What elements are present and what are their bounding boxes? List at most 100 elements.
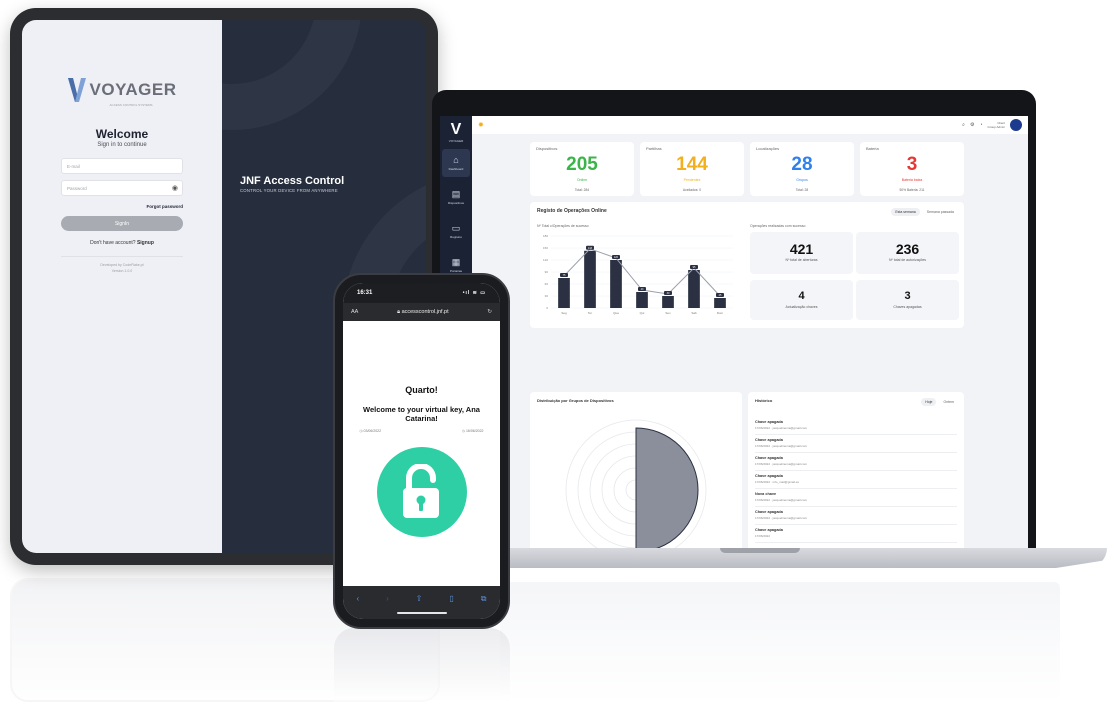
y-tick-label: 90 xyxy=(545,270,549,274)
sidebar-item-dispositivos[interactable]: ▤ Dispositivos xyxy=(442,183,470,211)
unlock-button[interactable] xyxy=(376,447,467,537)
welcome-message: Welcome to your virtual key, Ana Catarin… xyxy=(363,405,480,423)
url-value: accesscontrol.jnf.pt xyxy=(401,308,449,315)
mini-card-aberturas: 421 Nº total de aberturas xyxy=(750,232,853,274)
mini-label: Nº total de aberturas xyxy=(785,258,818,262)
email-placeholder: E-mail xyxy=(67,164,80,169)
bar-sab[interactable] xyxy=(688,270,700,308)
list-item[interactable]: Chave apagada 17/06/2022 · jacquelinema@g… xyxy=(755,453,957,471)
tab-ontem[interactable]: Ontem xyxy=(939,398,958,406)
x-tick-label: Qua xyxy=(613,311,619,315)
back-icon[interactable]: ‹ xyxy=(356,594,359,603)
notification-icon[interactable]: ◔ xyxy=(979,122,982,128)
distribution-title: Distribuição por Grupos de Dispositivos xyxy=(537,398,614,403)
browser-address-bar[interactable]: AA 🔒︎ accesscontrol.jnf.pt ↻ xyxy=(343,303,500,321)
laptop-notch xyxy=(720,548,800,553)
mini-card-apagadas: 3 Chaves apagadas xyxy=(856,280,959,320)
stat-card-localizacoes[interactable]: Localizações 28 Grupos Total: 28 xyxy=(750,142,854,196)
reload-icon[interactable]: ↻ xyxy=(487,309,492,315)
clock-icon: ◷ xyxy=(359,429,363,433)
list-item[interactable]: Chave apagada 17/06/2022 xyxy=(755,525,957,543)
email-field[interactable]: E-mail xyxy=(61,158,183,174)
forward-icon[interactable]: › xyxy=(386,594,389,603)
reader-aa-button[interactable]: AA xyxy=(351,309,358,315)
bar-qui[interactable] xyxy=(636,292,648,308)
mini-label: Actualização chaves xyxy=(785,305,818,309)
stat-title: Partilhas xyxy=(646,146,662,151)
signup-link[interactable]: Signup xyxy=(137,240,154,246)
bar-ter[interactable] xyxy=(584,250,596,308)
stat-title: Bateria xyxy=(866,146,879,151)
operations-bar-chart: 0306090120150180Seg Ter Qua Qui Sex Sab Dom751… xyxy=(543,234,733,315)
stat-card-dispositivos[interactable]: Dispositivos 205 Online Total: 284 xyxy=(530,142,634,196)
list-item[interactable]: Chave apagada 17/06/2022 · jacquelinema@g… xyxy=(755,435,957,453)
phone-time: 16:31 xyxy=(357,290,373,296)
list-item[interactable]: Chave apagada 17/06/2022 · info_mail@gmai… xyxy=(755,471,957,489)
stat-footer: Total: 284 xyxy=(574,188,590,192)
history-event: Nova chave xyxy=(755,492,777,496)
browser-toolbar: ‹ › ⇧ ▯ ⧉ xyxy=(343,586,500,619)
stat-footer: 50% Bateria: 211 xyxy=(899,188,925,192)
sidebar-item-label: Dispositivos xyxy=(447,201,464,205)
bookmarks-icon[interactable]: ▯ xyxy=(449,594,453,603)
distribution-slice[interactable] xyxy=(635,427,699,550)
stat-cards: Dispositivos 205 Online Total: 284 Parti… xyxy=(530,142,964,196)
sidebar-item-registos[interactable]: ▭ Registos xyxy=(442,217,470,245)
settings-icon[interactable]: ⚙ xyxy=(970,122,974,128)
stat-card-partilhas[interactable]: Partilhas 144 Pendentes Aceitados: 0 xyxy=(640,142,744,196)
list-item[interactable]: Nova chave 17/06/2022 · jacquelinema@gmai… xyxy=(755,489,957,507)
divider xyxy=(61,256,183,257)
tab-esta-semana[interactable]: Esta semana xyxy=(891,208,920,216)
virtual-key-page: Quarto! Welcome to your virtual key, Ana… xyxy=(343,321,500,592)
stat-subtitle: Bateria baixa xyxy=(901,178,923,182)
signin-button[interactable]: SignIn xyxy=(61,216,183,231)
phone-screen: 16:31 •ıl ≋ ▭ AA 🔒︎ accesscontrol.jnf.pt… xyxy=(343,283,500,619)
bar-dom[interactable] xyxy=(714,298,726,308)
y-tick-label: 0 xyxy=(546,306,548,310)
mini-label: Chaves apagadas xyxy=(893,305,922,309)
logo-subtitle: ACCESS CONTROL SYSTEMS xyxy=(109,103,153,107)
laptop-screen: V VOYAGER ⌂ Dashboard ▤ Dispositivos ▭ R… xyxy=(440,116,1028,550)
tab-semana-passada[interactable]: Semana passada xyxy=(923,208,958,216)
stat-subtitle: Pendentes xyxy=(683,178,701,182)
x-tick-label: Ter xyxy=(588,311,592,315)
list-item[interactable]: Chave apagada 17/06/2022 · jacquelinema@g… xyxy=(755,417,957,435)
tab-hoje[interactable]: Hoje xyxy=(921,398,937,406)
eye-icon[interactable]: ◉ xyxy=(172,185,178,192)
stat-card-bateria[interactable]: Bateria 3 Bateria baixa 50% Bateria: 211 xyxy=(860,142,964,196)
register-icon: ▭ xyxy=(451,223,461,233)
password-field[interactable]: Password ◉ xyxy=(61,180,183,196)
sidebar-item-dashboard[interactable]: ⌂ Dashboard xyxy=(442,149,470,177)
promo-title: JNF Access Control xyxy=(240,175,345,187)
unlocked-padlock-icon xyxy=(402,464,439,518)
phone-reflection xyxy=(334,628,510,702)
clock-icon: ◷ xyxy=(461,429,465,433)
avatar[interactable] xyxy=(1010,119,1022,131)
sidebar-logo-text: VOYAGER xyxy=(448,139,464,143)
history-meta: 17/06/2022 · jacquelinema@gmail.com xyxy=(755,498,808,502)
topbar: ✹ ⌕ ⚙ ◔ Client Group Admin xyxy=(472,116,1028,134)
laptop-reflection xyxy=(500,582,1060,702)
share-icon[interactable]: ⇧ xyxy=(416,594,423,603)
history-panel: Histórico Hoje Ontem Chave apagada 17/06/… xyxy=(748,392,964,550)
stat-value: 144 xyxy=(676,154,708,175)
phone-status-bar: 16:31 •ıl ≋ ▭ xyxy=(343,283,500,303)
y-tick-label: 180 xyxy=(543,234,548,238)
bar-seg[interactable] xyxy=(558,278,570,308)
y-tick-label: 30 xyxy=(545,294,549,298)
tabs-icon[interactable]: ⧉ xyxy=(481,594,487,604)
theme-sun-icon[interactable]: ✹ xyxy=(478,121,484,129)
home-icon: ⌂ xyxy=(453,155,459,165)
stat-footer: Total: 28 xyxy=(795,188,809,192)
search-icon[interactable]: ⌕ xyxy=(962,122,965,128)
stat-title: Dispositivos xyxy=(536,146,558,151)
y-tick-label: 60 xyxy=(545,282,549,286)
bar-sex[interactable] xyxy=(662,296,674,308)
mini-card-autorizacoes: 236 Nº total de autorizações xyxy=(856,232,959,274)
date-from-value: 03/06/2022 xyxy=(363,429,382,433)
list-item[interactable]: Chave apagada 17/06/2022 · jacquelinema@g… xyxy=(755,507,957,525)
bar-qua[interactable] xyxy=(610,260,622,308)
sidebar-logo: V xyxy=(450,121,462,138)
signin-subtitle: Sign in to continue xyxy=(97,142,147,148)
forgot-password-link[interactable]: Forgot password xyxy=(61,204,183,209)
